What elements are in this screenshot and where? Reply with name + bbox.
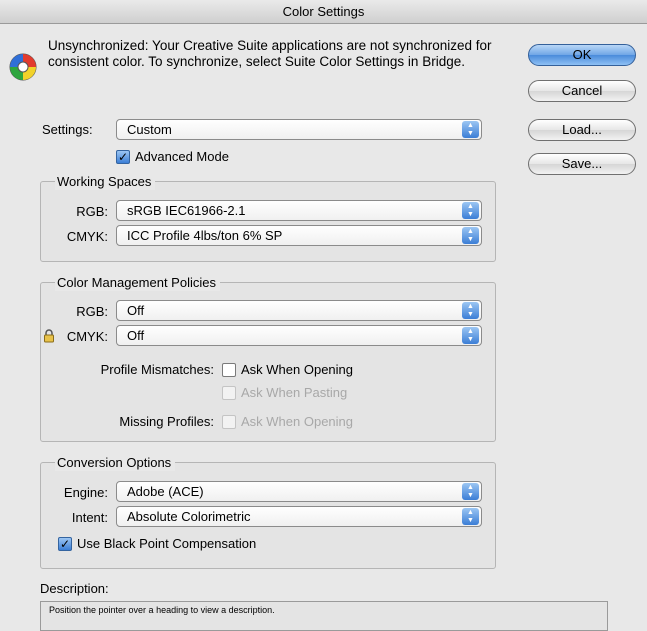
- load-button[interactable]: Load...: [528, 119, 636, 141]
- ws-rgb-value: sRGB IEC61966-2.1: [127, 203, 246, 218]
- policy-rgb-popup[interactable]: Off ▲ ▼: [116, 300, 482, 321]
- ws-rgb-label: RGB:: [76, 204, 108, 219]
- policy-cmyk-popup[interactable]: Off ▲ ▼: [116, 325, 482, 346]
- cancel-button[interactable]: Cancel: [528, 80, 636, 102]
- mismatch-ask-opening-label: Ask When Opening: [241, 362, 354, 377]
- ws-cmyk-value: ICC Profile 4lbs/ton 6% SP: [127, 228, 283, 243]
- policy-cmyk-value: Off: [127, 328, 145, 343]
- description-box: Position the pointer over a heading to v…: [40, 601, 608, 631]
- working-spaces-title: Working Spaces: [55, 174, 156, 190]
- engine-popup[interactable]: Adobe (ACE) ▲ ▼: [116, 481, 482, 502]
- save-button[interactable]: Save...: [528, 153, 636, 175]
- lock-icon: [44, 329, 54, 343]
- settings-value: Custom: [127, 122, 172, 137]
- conversion-title: Conversion Options: [55, 455, 176, 471]
- mismatch-ask-pasting-label: Ask When Pasting: [241, 385, 348, 400]
- popup-arrows-icon: ▲ ▼: [462, 202, 479, 219]
- missing-ask-opening-checkbox[interactable]: [222, 415, 236, 429]
- popup-arrows-icon: ▲ ▼: [462, 483, 479, 500]
- mismatch-ask-pasting-checkbox[interactable]: [222, 386, 236, 400]
- description-label: Description:: [40, 581, 109, 596]
- description-text: Position the pointer over a heading to v…: [49, 605, 275, 615]
- policies-title: Color Management Policies: [55, 275, 220, 291]
- intent-label: Intent:: [71, 510, 108, 525]
- ok-button[interactable]: OK: [528, 44, 636, 66]
- policy-rgb-value: Off: [127, 303, 145, 318]
- engine-value: Adobe (ACE): [127, 484, 204, 499]
- popup-arrows-icon: ▲ ▼: [462, 121, 479, 138]
- popup-arrows-icon: ▲ ▼: [462, 327, 479, 344]
- mismatch-ask-opening-checkbox[interactable]: [222, 363, 236, 377]
- intent-popup[interactable]: Absolute Colorimetric ▲ ▼: [116, 506, 482, 527]
- intent-value: Absolute Colorimetric: [127, 509, 251, 524]
- color-wheel-icon: [9, 53, 37, 81]
- profile-mismatches-label: Profile Mismatches:: [100, 362, 214, 377]
- ws-rgb-popup[interactable]: sRGB IEC61966-2.1 ▲ ▼: [116, 200, 482, 221]
- black-point-label: Use Black Point Compensation: [77, 536, 257, 551]
- advanced-mode-checkbox[interactable]: ✓: [116, 150, 130, 164]
- missing-ask-opening-label: Ask When Opening: [241, 414, 354, 429]
- missing-profiles-label: Missing Profiles:: [119, 414, 214, 429]
- working-spaces-group: [40, 181, 496, 262]
- window-title: Color Settings: [0, 0, 647, 24]
- black-point-checkbox[interactable]: ✓: [58, 537, 72, 551]
- ws-cmyk-label: CMYK:: [66, 229, 108, 244]
- settings-popup[interactable]: Custom ▲ ▼: [116, 119, 482, 140]
- popup-arrows-icon: ▲ ▼: [462, 227, 479, 244]
- engine-label: Engine:: [63, 485, 108, 500]
- settings-label: Settings:: [42, 122, 93, 137]
- advanced-mode-label: Advanced Mode: [135, 149, 229, 164]
- policy-rgb-label: RGB:: [76, 304, 108, 319]
- color-settings-dialog: Unsynchronized: Your Creative Suite appl…: [0, 24, 647, 617]
- popup-arrows-icon: ▲ ▼: [462, 508, 479, 525]
- ws-cmyk-popup[interactable]: ICC Profile 4lbs/ton 6% SP ▲ ▼: [116, 225, 482, 246]
- policy-cmyk-label: CMYK:: [66, 329, 108, 344]
- unsynchronized-warning: Unsynchronized: Your Creative Suite appl…: [48, 38, 492, 69]
- popup-arrows-icon: ▲ ▼: [462, 302, 479, 319]
